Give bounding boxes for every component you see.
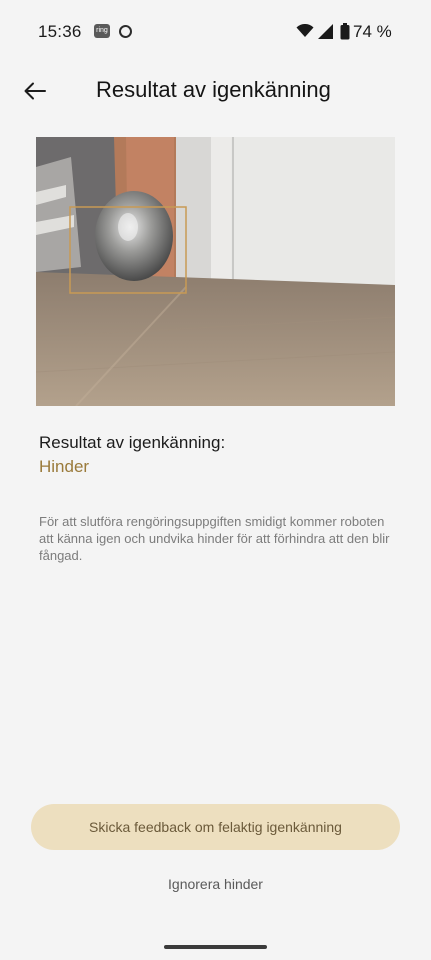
ignore-obstacle-button[interactable]: Ignorera hinder	[0, 876, 431, 892]
ring-icon: ring	[94, 24, 110, 38]
back-button[interactable]	[20, 76, 50, 106]
page-title: Resultat av igenkänning	[96, 77, 331, 102]
result-label: Resultat av igenkänning:	[39, 433, 226, 452]
description-text: För att slutföra rengöringsuppgiften smi…	[39, 514, 390, 563]
status-time: 15:36	[38, 22, 82, 41]
send-feedback-button[interactable]: Skicka feedback om felaktig igenkänning	[31, 804, 400, 850]
circle-icon	[119, 25, 132, 38]
signal-icon	[318, 24, 334, 44]
app-header: Resultat av igenkänning	[0, 64, 431, 116]
wifi-icon	[296, 23, 314, 43]
battery-icon	[340, 23, 350, 45]
status-bar: 15:36 ring 74 %	[0, 0, 431, 64]
result-value: Hinder	[39, 457, 90, 476]
recognition-image	[36, 137, 395, 406]
arrow-left-icon	[24, 82, 46, 100]
gesture-nav-handle[interactable]	[164, 945, 267, 949]
battery-percentage: 74 %	[353, 22, 392, 41]
